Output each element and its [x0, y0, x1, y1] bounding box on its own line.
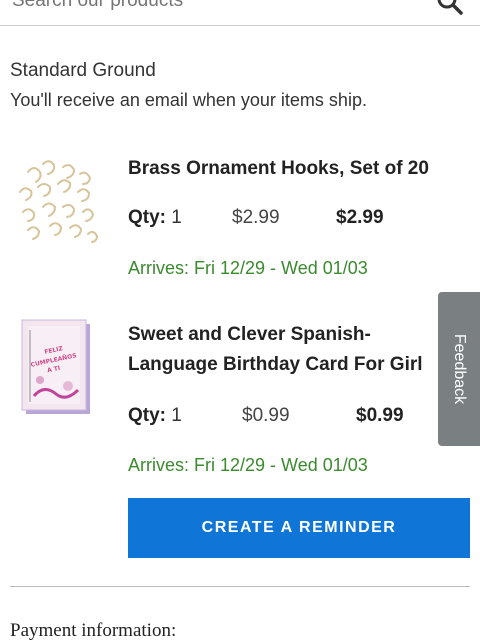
search-bar[interactable] — [0, 0, 480, 26]
quantity-value: 1 — [171, 207, 182, 228]
quantity-value: 1 — [171, 405, 182, 426]
shipping-note: You'll receive an email when your items … — [10, 90, 367, 110]
feedback-tab[interactable]: Feedback — [438, 292, 480, 446]
item-name[interactable]: Brass Ornament Hooks, Set of 20 — [128, 154, 448, 184]
unit-price: $2.99 — [232, 207, 280, 228]
birthday-card-image[interactable]: FELIZ CUMPLEAÑOS A TI — [20, 318, 94, 418]
shipping-method: Standard Ground — [10, 60, 156, 81]
payment-information-heading: Payment information: — [10, 620, 177, 640]
quantity-label: Qty: — [128, 405, 166, 426]
unit-price: $0.99 — [242, 405, 290, 426]
search-input[interactable] — [12, 0, 392, 12]
section-divider — [10, 586, 470, 587]
feedback-label: Feedback — [451, 333, 469, 405]
quantity: Qty: 1 — [128, 405, 182, 427]
order-confirmation-page: Standard Ground You'll receive an email … — [0, 0, 480, 640]
search-icon[interactable] — [436, 0, 464, 16]
quantity-label: Qty: — [128, 207, 166, 228]
quantity: Qty: 1 — [128, 207, 182, 229]
total-price: $0.99 — [356, 405, 404, 426]
item-name[interactable]: Sweet and Clever Spanish-Language Birthd… — [128, 320, 438, 380]
arrival-estimate: Arrives: Fri 12/29 - Wed 01/03 — [128, 258, 368, 278]
arrival-estimate: Arrives: Fri 12/29 - Wed 01/03 — [128, 455, 368, 475]
total-price: $2.99 — [336, 207, 384, 228]
brass-hooks-image[interactable] — [8, 152, 108, 252]
create-reminder-button[interactable]: CREATE A REMINDER — [128, 498, 470, 558]
